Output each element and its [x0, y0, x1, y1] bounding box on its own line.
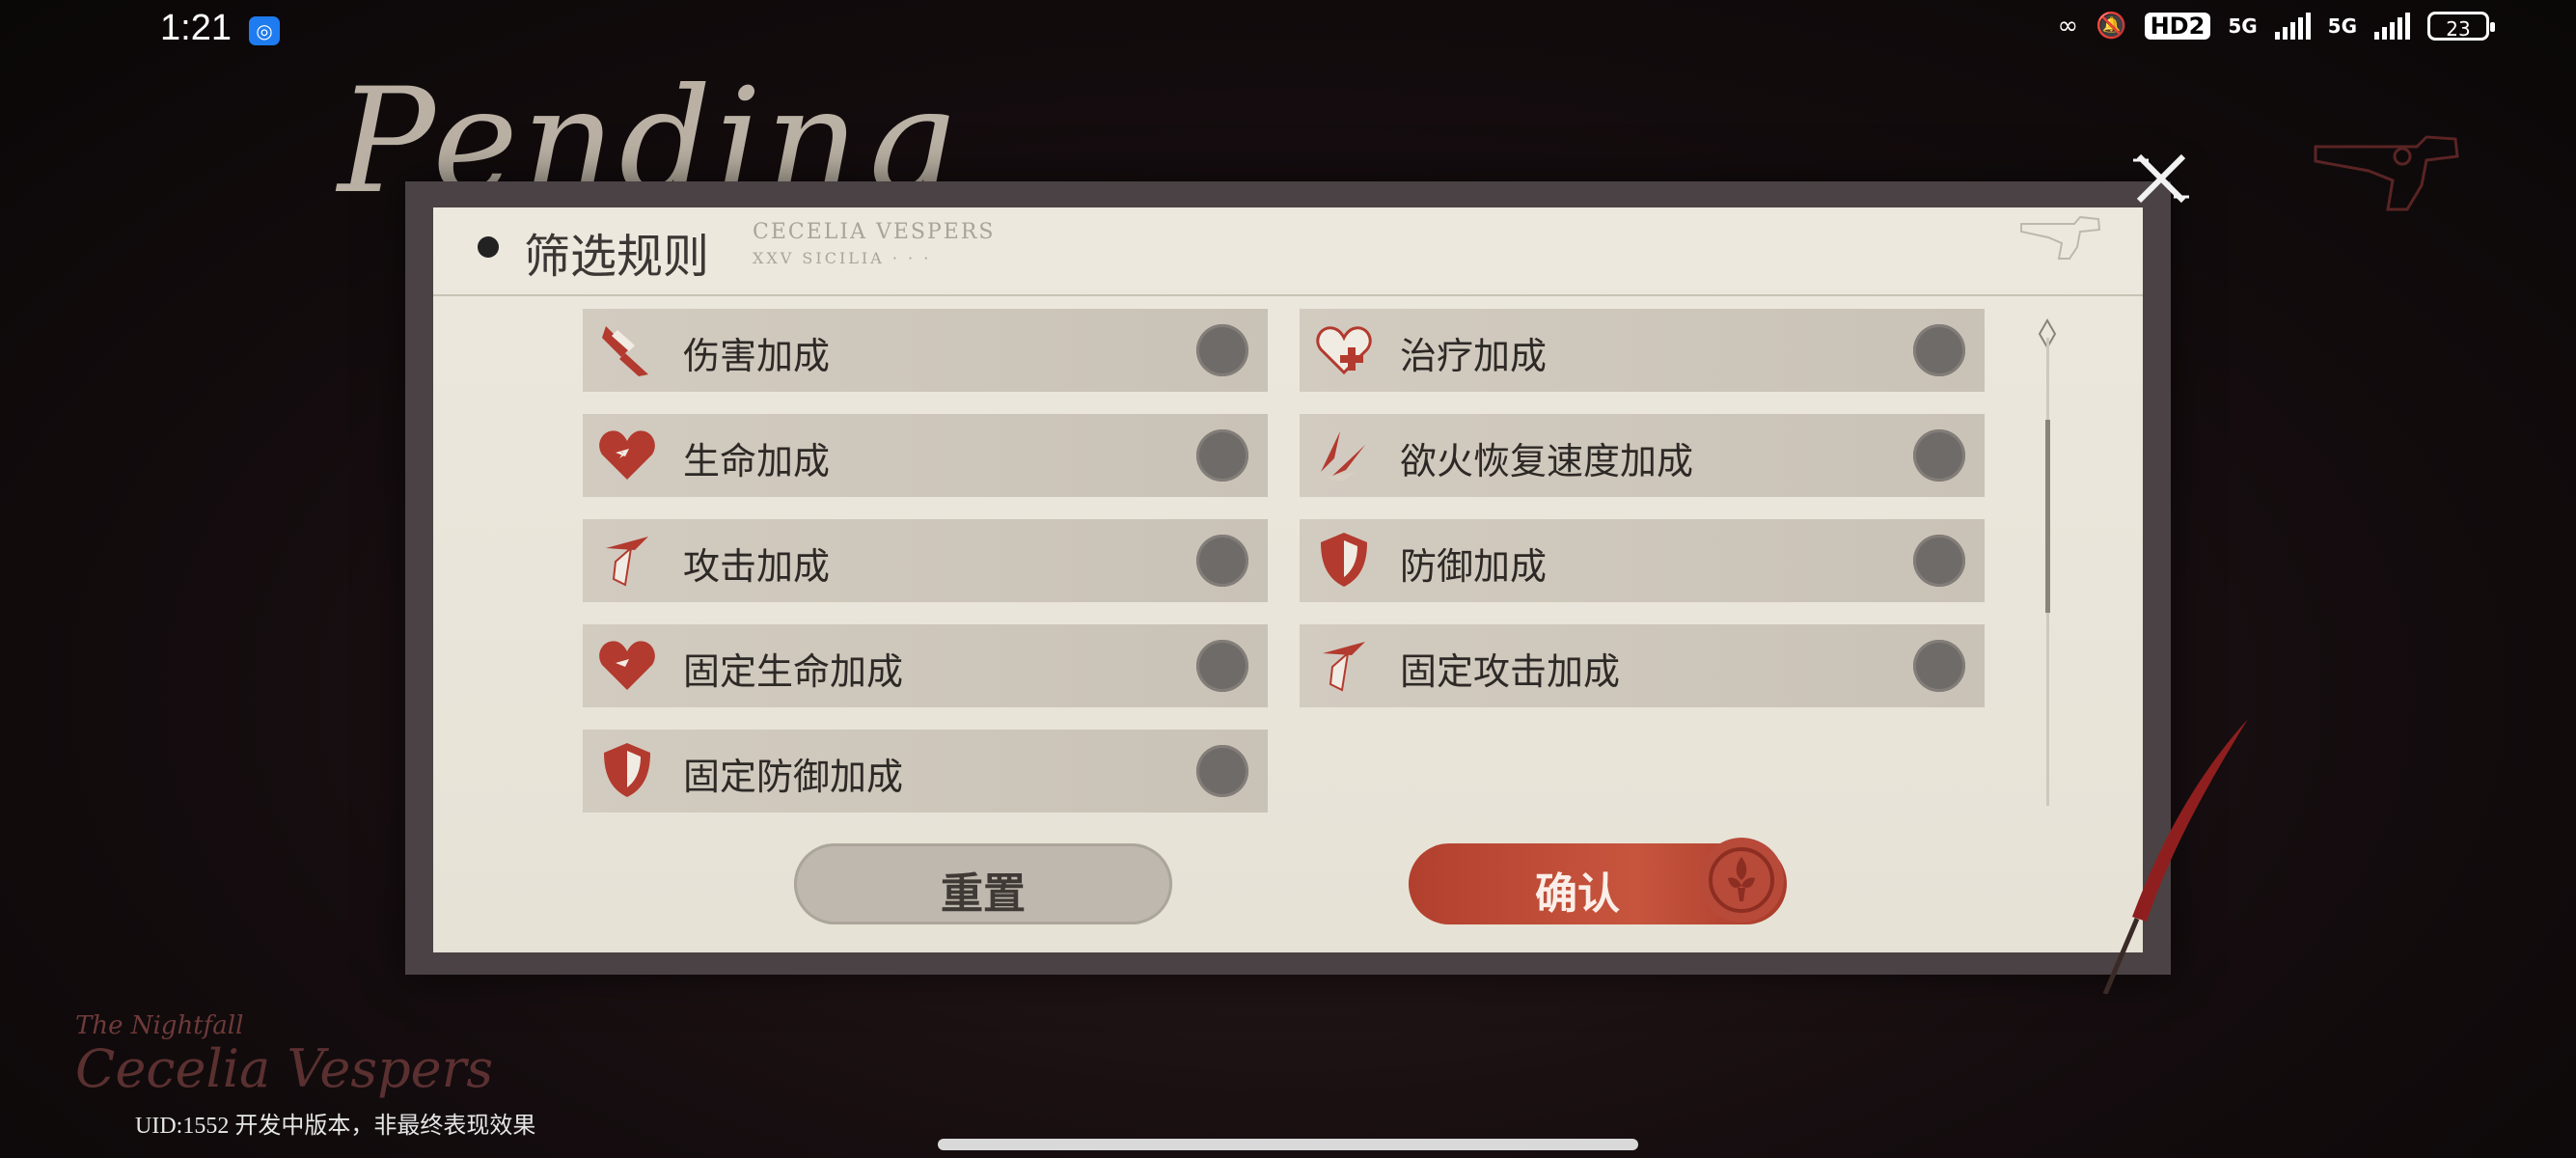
option-toggle[interactable] [1196, 324, 1248, 376]
revolver-stamp-icon [2020, 215, 2101, 260]
option-toggle[interactable] [1913, 640, 1965, 692]
attack-icon [606, 537, 648, 587]
option-label: 生命加成 [683, 440, 831, 482]
header-watermark-sub: XXV SICILIA · · · [753, 249, 932, 267]
filter-option-damage[interactable]: 伤害加成 [583, 309, 1268, 392]
nightfall-logo: The Nightfall [75, 1011, 244, 1040]
option-label: 固定生命加成 [683, 650, 904, 693]
status-bar: 1:21 ◎ ∞ 🔕 HD2 5G 5G 23 [0, 0, 2576, 62]
attack-icon [1323, 642, 1365, 692]
close-icon[interactable] [2127, 145, 2195, 212]
filter-option-fixed-hp[interactable]: 固定生命加成 [583, 624, 1268, 707]
option-toggle[interactable] [1196, 640, 1248, 692]
signal-icon [2274, 13, 2311, 40]
header-watermark: CECELIA VESPERS [753, 220, 996, 244]
wax-seal-icon [1699, 838, 1784, 923]
damage-icon [602, 326, 648, 376]
option-toggle[interactable] [1196, 745, 1248, 797]
heart-icon [599, 430, 655, 480]
option-label: 治疗加成 [1400, 335, 1548, 377]
cecelia-logo: Cecelia Vespers [75, 1038, 494, 1099]
heart-icon [599, 641, 655, 690]
option-label: 固定攻击加成 [1400, 650, 1621, 693]
filter-option-hp[interactable]: 生命加成 [583, 414, 1268, 497]
link-icon: ∞ [2057, 12, 2079, 41]
status-icons: ∞ 🔕 HD2 5G 5G 23 [2057, 12, 2495, 41]
mute-bell-icon: 🔕 [2096, 12, 2127, 41]
battery-icon: 23 [2427, 12, 2495, 41]
shield-icon [604, 743, 650, 797]
uid-build-notice: UID:1552 开发中版本，非最终表现效果 [135, 1114, 536, 1139]
hd-badge: HD2 [2144, 13, 2211, 40]
option-toggle[interactable] [1196, 429, 1248, 482]
filter-option-defense[interactable]: 防御加成 [1300, 519, 1985, 602]
option-toggle[interactable] [1913, 324, 1965, 376]
home-indicator[interactable] [938, 1139, 1638, 1150]
filter-option-fixed-attack[interactable]: 固定攻击加成 [1300, 624, 1985, 707]
flame-claw-icon [1321, 431, 1365, 482]
filter-option-fixed-defense[interactable]: 固定防御加成 [583, 730, 1268, 813]
signal-icon [2374, 13, 2410, 40]
title-bullet-icon [478, 236, 499, 258]
status-clock: 1:21 [160, 8, 232, 48]
filter-option-attack[interactable]: 攻击加成 [583, 519, 1268, 602]
option-label: 欲火恢复速度加成 [1400, 440, 1694, 482]
shield-icon [1321, 533, 1367, 587]
scrollbar-thumb[interactable] [2045, 420, 2050, 613]
network-type-2: 5G [2327, 14, 2357, 38]
option-label: 固定防御加成 [683, 756, 904, 798]
modal-title: 筛选规则 [524, 230, 710, 284]
option-label: 伤害加成 [683, 335, 831, 377]
heal-icon [1316, 326, 1372, 375]
app-notification-icon: ◎ [249, 16, 280, 45]
reset-label: 重置 [941, 869, 1026, 919]
filter-option-heal[interactable]: 治疗加成 [1300, 309, 1985, 392]
network-type-1: 5G [2228, 14, 2258, 38]
option-label: 防御加成 [1400, 545, 1548, 588]
filter-option-desire-regen[interactable]: 欲火恢复速度加成 [1300, 414, 1985, 497]
option-toggle[interactable] [1913, 535, 1965, 587]
option-label: 攻击加成 [683, 545, 831, 588]
quill-icon [2102, 719, 2248, 994]
option-toggle[interactable] [1913, 429, 1965, 482]
revolver-icon [2314, 135, 2459, 211]
option-toggle[interactable] [1196, 535, 1248, 587]
reset-button[interactable]: 重置 [794, 843, 1172, 924]
